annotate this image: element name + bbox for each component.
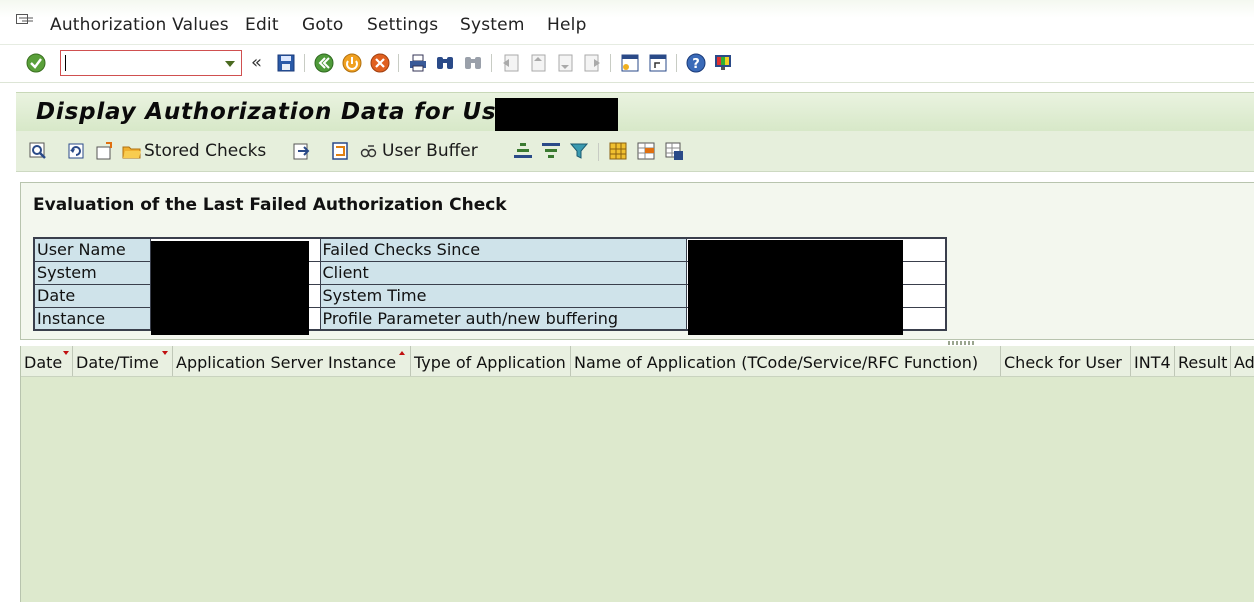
sort-descending-icon [162, 351, 168, 355]
label-profile-parameter: Profile Parameter auth/new buffering [319, 306, 687, 331]
reset-buffer-icon[interactable] [330, 141, 350, 161]
column-label: Date/Time [76, 353, 159, 372]
user-buffer-icon[interactable] [359, 141, 379, 161]
toolbar-separator [398, 54, 399, 72]
sort-descending-icon [63, 351, 69, 355]
redacted-values-right [688, 240, 903, 335]
column-header-type-of-application[interactable]: Type of Application [411, 346, 571, 376]
column-header-date[interactable]: Date [21, 346, 73, 376]
menu-authorization-values[interactable]: Authorization Values [50, 15, 229, 35]
toolbar-separator [598, 143, 599, 161]
menu-settings[interactable]: Settings [367, 15, 438, 35]
title-bar: Display Authorization Data for User [16, 92, 1254, 131]
column-header-date-time[interactable]: Date/Time [73, 346, 173, 376]
section-title: Evaluation of the Last Failed Authorizat… [33, 195, 507, 215]
previous-page-icon[interactable] [528, 53, 548, 73]
sort-ascending-icon [399, 351, 405, 355]
toolbar-separator [610, 54, 611, 72]
label-system: System [33, 260, 151, 285]
refresh-icon[interactable] [66, 141, 86, 161]
label-user-name: User Name [33, 237, 151, 262]
save-layout-icon[interactable] [664, 141, 684, 161]
grid-header: Date Date/Time Application Server Instan… [21, 346, 1254, 377]
column-header-ad[interactable]: Ad [1231, 346, 1254, 376]
results-grid: Date Date/Time Application Server Instan… [20, 346, 1254, 602]
column-label: INT4 [1134, 353, 1171, 372]
toolbar-separator [491, 54, 492, 72]
collapse-icon[interactable]: « [251, 52, 262, 73]
column-label: Name of Application (TCode/Service/RFC F… [574, 353, 979, 372]
cancel-icon[interactable] [370, 53, 390, 73]
new-session-icon[interactable] [620, 53, 640, 73]
user-buffer-button[interactable]: User Buffer [382, 141, 478, 161]
layout-icon[interactable] [608, 141, 628, 161]
label-instance: Instance [33, 306, 151, 331]
change-layout-icon[interactable] [636, 141, 656, 161]
print-icon[interactable] [408, 53, 428, 73]
menu-goto[interactable]: Goto [302, 15, 343, 35]
label-failed-checks-since: Failed Checks Since [319, 237, 687, 262]
column-header-int4[interactable]: INT4 [1131, 346, 1175, 376]
menu-bar: Authorization Values Edit Goto Settings … [0, 0, 1254, 45]
last-page-icon[interactable] [582, 53, 602, 73]
customize-layout-icon[interactable] [713, 53, 733, 73]
text-caret [65, 55, 66, 71]
menu-edit[interactable]: Edit [245, 15, 279, 35]
column-header-result[interactable]: Result [1175, 346, 1231, 376]
sort-descending-icon[interactable] [541, 141, 561, 161]
find-icon[interactable] [435, 53, 455, 73]
column-label: Application Server Instance [176, 353, 397, 372]
label-date: Date [33, 283, 151, 308]
toolbar-separator [304, 54, 305, 72]
toolbar-separator [676, 54, 677, 72]
menu-help[interactable]: Help [547, 15, 587, 35]
redacted-values-left [151, 241, 309, 335]
column-label: Ad [1234, 353, 1254, 372]
next-page-icon[interactable] [555, 53, 575, 73]
page-title: Display Authorization Data for User [36, 99, 525, 125]
column-label: Type of Application [414, 353, 566, 372]
application-toolbar: Stored Checks User Buffer [16, 131, 1254, 172]
menu-toggle-icon[interactable] [16, 14, 34, 28]
transfer-icon[interactable] [292, 141, 312, 161]
column-label: Result [1178, 353, 1228, 372]
svg-text:?: ? [692, 57, 700, 72]
label-client: Client [319, 260, 687, 285]
enter-icon[interactable] [26, 53, 46, 73]
column-header-app-server-instance[interactable]: Application Server Instance [173, 346, 411, 376]
zoom-details-icon[interactable] [28, 141, 48, 161]
column-header-name-of-application[interactable]: Name of Application (TCode/Service/RFC F… [571, 346, 1001, 376]
menu-system[interactable]: System [460, 15, 525, 35]
back-icon[interactable] [314, 53, 334, 73]
export-icon[interactable] [94, 141, 114, 161]
splitter-handle[interactable] [948, 341, 974, 345]
command-field-dropdown-icon[interactable] [225, 61, 235, 67]
sort-ascending-icon[interactable] [513, 141, 533, 161]
shortcut-icon[interactable] [648, 53, 668, 73]
stored-checks-button[interactable]: Stored Checks [144, 141, 266, 161]
redacted-user [495, 98, 618, 131]
column-header-check-for-user[interactable]: Check for User [1001, 346, 1131, 376]
command-field[interactable] [60, 50, 242, 76]
column-label: Check for User [1004, 353, 1122, 372]
exit-icon[interactable] [342, 53, 362, 73]
stored-checks-folder-icon[interactable] [122, 141, 142, 161]
filter-icon[interactable] [569, 141, 589, 161]
column-label: Date [24, 353, 63, 372]
label-system-time: System Time [319, 283, 687, 308]
find-next-icon[interactable] [463, 53, 483, 73]
save-icon[interactable] [276, 53, 296, 73]
first-page-icon[interactable] [501, 53, 521, 73]
help-icon[interactable]: ? [686, 53, 706, 73]
